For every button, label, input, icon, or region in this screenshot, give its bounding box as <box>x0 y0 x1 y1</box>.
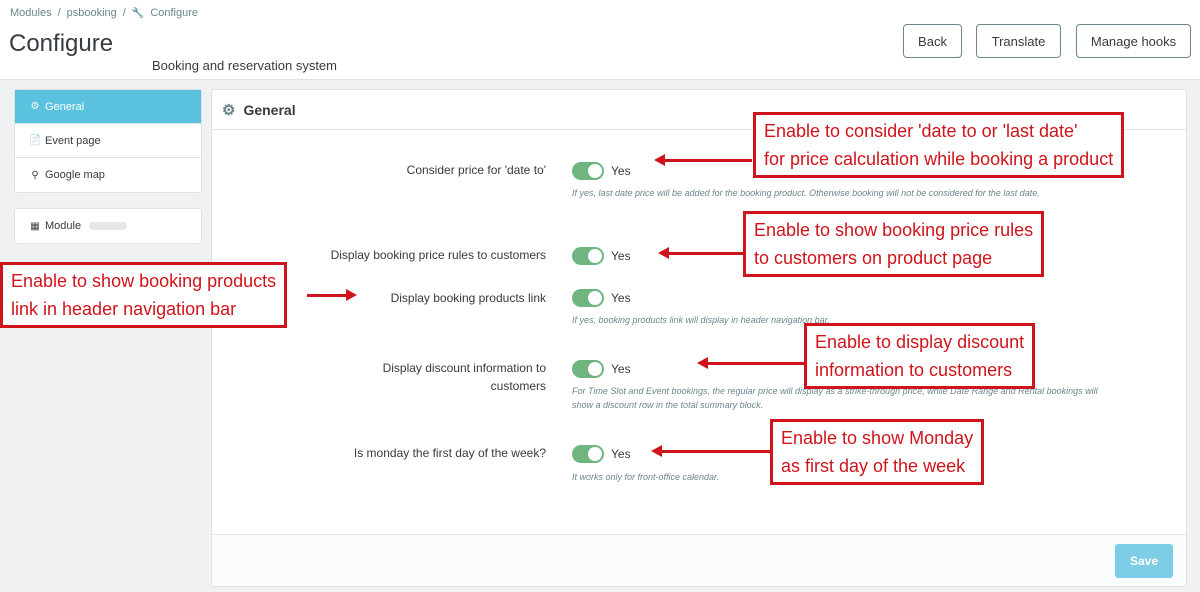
row-label: Is monday the first day of the week? <box>353 446 546 460</box>
arrow-left <box>697 357 804 369</box>
callout-line: Enable to display discount <box>815 332 1025 352</box>
sidebar-item-module[interactable]: ▦ Module <box>15 209 201 243</box>
callout-monday: Enable to show Monday as first day of th… <box>770 419 985 485</box>
arrow-left <box>654 154 752 166</box>
toggle-value: Yes <box>611 249 631 263</box>
sidebar-item-label: General <box>45 100 85 113</box>
callout-line: to customers on product page <box>754 248 993 268</box>
breadcrumb-separator: / <box>57 7 61 19</box>
wrench-icon: 🔧 <box>131 7 145 19</box>
file-icon: 📄 <box>29 135 42 146</box>
help-text: If yes, last date price will be added fo… <box>572 188 1040 198</box>
callout-date-to: Enable to consider 'date to or 'last dat… <box>753 112 1125 178</box>
puzzle-icon: ▦ <box>30 220 40 232</box>
cogs-icon: ⚙ <box>30 101 40 112</box>
toggle-switch[interactable] <box>572 360 604 378</box>
callout-line: information to customers <box>815 360 1013 380</box>
toggle-value: Yes <box>611 291 631 305</box>
toggle-switch[interactable] <box>572 289 604 307</box>
callout-line: Enable to consider 'date to or 'last dat… <box>764 121 1078 141</box>
translate-button[interactable]: Translate <box>976 24 1061 58</box>
arrow-left <box>658 247 743 259</box>
map-marker-icon: ⚲ <box>31 169 39 181</box>
toggle-switch[interactable] <box>572 445 604 463</box>
cogs-icon: ⚙ <box>222 101 236 119</box>
row-label: Display discount information to customer… <box>382 361 546 393</box>
callout-discount: Enable to display discount information t… <box>804 323 1036 389</box>
arrow-left <box>651 445 770 457</box>
row-label: Display booking price rules to customers <box>330 248 546 262</box>
toggle-value: Yes <box>611 362 631 376</box>
sidebar-item-label: Module <box>45 220 82 232</box>
blurred-text <box>89 222 128 230</box>
callout-products-link: Enable to show booking products link in … <box>0 262 288 328</box>
callout-price-rules: Enable to show booking price rules to cu… <box>743 211 1045 277</box>
arrow-right <box>307 289 357 301</box>
sidebar-item-label: Event page <box>45 134 101 147</box>
save-button[interactable]: Save <box>1115 544 1173 578</box>
callout-line: Enable to show Monday <box>781 428 974 448</box>
toggle-switch[interactable] <box>572 162 604 180</box>
callout-line: link in header navigation bar <box>11 299 237 319</box>
sidebar-menu: ⚙ General 📄 Event page ⚲ Google map <box>14 89 202 193</box>
callout-line: Enable to show booking products <box>11 271 277 291</box>
breadcrumb-separator: / <box>122 7 126 19</box>
panel-title: General <box>243 101 296 118</box>
page-title: Configure <box>9 30 114 57</box>
callout-line: Enable to show booking price rules <box>754 220 1034 240</box>
toggle-value: Yes <box>611 164 631 178</box>
sidebar-item-general[interactable]: ⚙ General <box>15 90 201 124</box>
breadcrumb: Modules / psbooking / 🔧 Configure <box>10 7 198 19</box>
back-button[interactable]: Back <box>903 24 962 58</box>
row-label: Display booking products link <box>390 291 546 305</box>
top-bar: Modules / psbooking / 🔧 Configure Config… <box>0 0 1200 80</box>
callout-line: for price calculation while booking a pr… <box>764 149 1114 169</box>
sidebar-item-google-map[interactable]: ⚲ Google map <box>15 158 201 192</box>
breadcrumb-modules[interactable]: Modules <box>10 7 52 19</box>
sidebar-item-label: Google map <box>45 169 105 181</box>
sidebar-item-event-page[interactable]: 📄 Event page <box>15 124 201 158</box>
callout-line: as first day of the week <box>781 456 966 476</box>
manage-hooks-button[interactable]: Manage hooks <box>1076 24 1191 58</box>
page-subtitle: Booking and reservation system <box>152 58 337 73</box>
toggle-switch[interactable] <box>572 247 604 265</box>
breadcrumb-configure: Configure <box>150 7 199 19</box>
toggle-value: Yes <box>611 447 631 461</box>
sidebar-module-box: ▦ Module <box>14 208 202 244</box>
breadcrumb-psbooking[interactable]: psbooking <box>67 7 117 19</box>
row-label: Consider price for 'date to' <box>406 163 546 177</box>
panel-footer: Save <box>212 534 1186 586</box>
